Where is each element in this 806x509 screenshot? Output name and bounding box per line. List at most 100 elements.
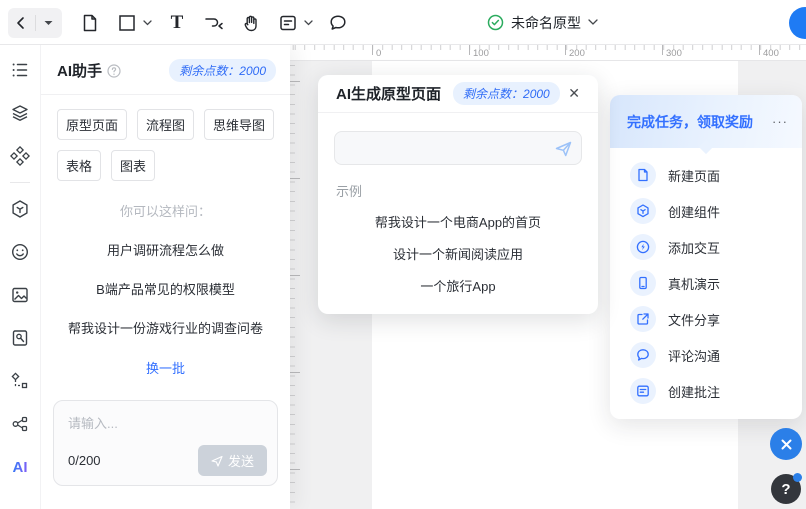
char-counter: 0/200 <box>68 453 101 468</box>
task-item-new-page[interactable]: 新建页面 <box>610 157 802 193</box>
ai-generate-dialog: AI生成原型页面 剩余点数：2000 ✕ 示例 帮我设计一个电商App的首页 设… <box>318 75 598 314</box>
ruler-label: 400 <box>290 257 293 273</box>
question-mark-icon: ? <box>781 481 790 498</box>
comment-bubble-icon <box>328 13 348 33</box>
help-icon[interactable] <box>107 64 121 78</box>
horizontal-ruler-ticks <box>290 45 806 50</box>
shape-tool-button[interactable] <box>115 8 139 38</box>
user-avatar[interactable] <box>789 7 806 39</box>
dialog-input-wrap <box>334 131 582 165</box>
sidebar-item-components[interactable] <box>8 144 32 168</box>
paper-plane-icon <box>211 455 223 467</box>
refresh-suggestions-link[interactable]: 换一批 <box>146 358 185 377</box>
saved-check-icon <box>487 14 504 31</box>
task-item-file-share[interactable]: 文件分享 <box>610 301 802 337</box>
topbar: T 未命名原型 <box>0 0 806 45</box>
doc-pen-icon <box>10 328 30 348</box>
materials-icon <box>10 199 30 219</box>
prompt-input[interactable] <box>334 131 582 165</box>
ruler-label: 300 <box>290 160 293 176</box>
sidebar-item-share[interactable] <box>8 412 32 436</box>
back-history-dropdown[interactable] <box>36 8 63 38</box>
frame-tool-button[interactable] <box>276 8 300 38</box>
chip-chart[interactable]: 图表 <box>111 150 155 181</box>
chip-mindmap[interactable]: 思维导图 <box>204 109 274 140</box>
sidebar-item-images[interactable] <box>8 283 32 307</box>
sidebar-item-layers[interactable] <box>8 101 32 125</box>
frame-tool-dropdown[interactable] <box>304 20 316 26</box>
chip-table[interactable]: 表格 <box>57 150 101 181</box>
document-title-group[interactable]: 未命名原型 <box>487 0 598 45</box>
send-label: 发送 <box>228 451 254 470</box>
text-tool-button[interactable]: T <box>165 8 189 38</box>
chat-input-footer: 0/200 发送 <box>68 445 267 476</box>
more-icon[interactable]: ··· <box>772 114 788 129</box>
ruler-label: 200 <box>569 48 585 59</box>
task-item-annotation[interactable]: 创建批注 <box>610 373 802 409</box>
rectangle-icon <box>117 13 137 33</box>
task-item-device-demo[interactable]: 真机演示 <box>610 265 802 301</box>
task-label: 真机演示 <box>668 274 720 293</box>
task-item-create-component[interactable]: 创建组件 <box>610 193 802 229</box>
example-item[interactable]: 设计一个新闻阅读应用 <box>318 246 598 264</box>
horizontal-ruler: 0 100 200 300 400 <box>290 45 806 61</box>
image-icon <box>10 285 30 305</box>
ruler-label: 200 <box>290 63 293 79</box>
dialog-header: AI生成原型页面 剩余点数：2000 ✕ <box>318 75 598 113</box>
pages-list-icon <box>10 60 30 80</box>
chip-prototype-page[interactable]: 原型页面 <box>57 109 127 140</box>
task-label: 文件分享 <box>668 310 720 329</box>
sidebar-item-ai[interactable]: AI <box>8 455 32 479</box>
sidebar-item-vector[interactable] <box>8 369 32 393</box>
note-frame-icon <box>278 13 298 33</box>
new-page-tool-button[interactable] <box>78 8 102 38</box>
sidebar-item-materials[interactable] <box>8 197 32 221</box>
vertical-ruler: 200 300 400 500 600 <box>290 61 306 509</box>
suggestion-item[interactable]: 帮我设计一份游戏行业的调查问卷 <box>41 318 290 337</box>
close-icon[interactable]: ✕ <box>564 83 584 104</box>
chat-input-card: 0/200 发送 <box>53 400 278 486</box>
help-floating-button[interactable]: ? <box>771 474 801 504</box>
task-list: 新建页面 创建组件 添加交互 真机演示 文件分享 <box>610 148 802 409</box>
hand-tool-button[interactable] <box>239 8 263 38</box>
ai-panel-header: AI助手 剩余点数：2000 <box>41 45 290 95</box>
chevron-down-icon <box>588 19 598 26</box>
suggestion-item[interactable]: B端产品常见的权限模型 <box>41 279 290 298</box>
text-tool-icon: T <box>171 12 184 34</box>
connector-tool-button[interactable] <box>202 8 226 38</box>
ruler-label: 100 <box>473 48 489 59</box>
close-icon <box>780 438 793 451</box>
share-graph-icon <box>10 414 30 434</box>
ruler-label: 0 <box>376 48 381 59</box>
prompt-send-button[interactable] <box>554 139 573 158</box>
task-item-add-interaction[interactable]: 添加交互 <box>610 229 802 265</box>
task-reward-panel: 完成任务，领取奖励 ··· 新建页面 创建组件 添加交互 真机演示 <box>610 95 802 419</box>
examples-label: 示例 <box>336 181 598 200</box>
send-button[interactable]: 发送 <box>198 445 267 476</box>
example-item[interactable]: 一个旅行App <box>318 278 598 296</box>
create-component-icon <box>630 198 656 224</box>
annotation-icon <box>630 378 656 404</box>
shape-tool-dropdown[interactable] <box>143 20 155 26</box>
file-share-icon <box>630 306 656 332</box>
vertical-ruler-ticks <box>290 65 295 509</box>
sidebar-item-templates[interactable] <box>8 326 32 350</box>
back-button[interactable] <box>8 8 35 38</box>
chip-flowchart[interactable]: 流程图 <box>137 109 194 140</box>
ruler-label: 600 <box>290 451 293 467</box>
ruler-label: 500 <box>290 354 293 370</box>
task-item-comment[interactable]: 评论沟通 <box>610 337 802 373</box>
task-panel-title: 完成任务，领取奖励 <box>627 112 753 132</box>
task-label: 创建组件 <box>668 202 720 221</box>
sidebar-item-pages[interactable] <box>8 58 32 82</box>
dismiss-floating-button[interactable] <box>770 428 802 460</box>
comment-tool-button[interactable] <box>326 8 350 38</box>
task-label: 新建页面 <box>668 166 720 185</box>
chat-input[interactable] <box>54 401 277 441</box>
suggestion-item[interactable]: 用户调研流程怎么做 <box>41 240 290 259</box>
paper-plane-icon <box>554 139 573 158</box>
example-item[interactable]: 帮我设计一个电商App的首页 <box>318 214 598 232</box>
left-icon-rail: AI <box>0 45 40 509</box>
sidebar-item-emoji[interactable] <box>8 240 32 264</box>
device-demo-icon <box>630 270 656 296</box>
